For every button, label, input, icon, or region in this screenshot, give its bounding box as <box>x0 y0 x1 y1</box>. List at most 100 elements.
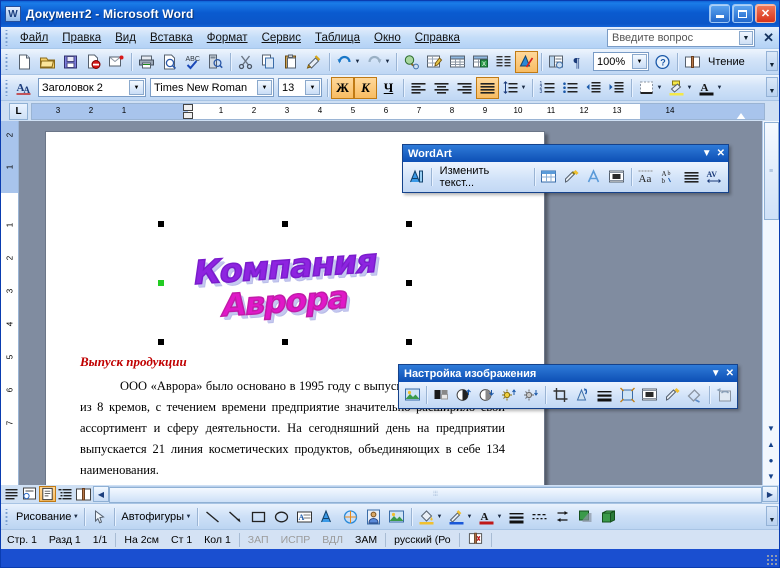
copy-icon[interactable] <box>257 51 280 73</box>
horizontal-scrollbar-track[interactable]: ⦙⦙⦙ <box>109 486 762 503</box>
wordart-character-spacing-icon[interactable]: AV <box>703 166 726 188</box>
status-overtype-mode[interactable]: ЗАМ <box>349 534 383 546</box>
chevron-down-icon[interactable]: ▼ <box>257 80 272 95</box>
undo-dropdown-icon[interactable]: ▼ <box>353 59 362 65</box>
menu-item-table[interactable]: Таблица <box>308 30 367 46</box>
print-layout-view-button[interactable] <box>39 486 56 502</box>
format-wordart-icon[interactable] <box>560 166 583 188</box>
menu-item-insert[interactable]: Вставка <box>143 30 200 46</box>
line-style-icon[interactable] <box>594 384 616 406</box>
print-preview-icon[interactable] <box>158 51 181 73</box>
open-folder-icon[interactable] <box>36 51 59 73</box>
insert-clip-art-icon[interactable] <box>362 506 385 528</box>
document-canvas[interactable]: Компания Аврора Выпуск продукции ООО «Ав… <box>19 121 779 485</box>
toolbar-overflow-button[interactable]: ▼ <box>766 51 778 71</box>
menu-item-help[interactable]: Справка <box>408 30 467 46</box>
dash-style-icon[interactable] <box>528 506 551 528</box>
align-center-icon[interactable] <box>430 77 453 99</box>
selection-handle-bottom-center[interactable] <box>282 339 288 345</box>
picture-toolbar-titlebar[interactable]: Настройка изображения ▼ ✕ <box>399 365 737 382</box>
reading-layout-view-button[interactable] <box>75 486 92 502</box>
less-contrast-icon[interactable] <box>475 384 497 406</box>
email-icon[interactable] <box>105 51 128 73</box>
edit-text-button[interactable]: Изменить текст... <box>435 164 531 190</box>
draw-menu-button[interactable]: Рисование <box>13 511 74 523</box>
print-icon[interactable] <box>135 51 158 73</box>
font-color-icon[interactable]: A <box>475 506 498 528</box>
insert-excel-spreadsheet-icon[interactable]: X <box>469 51 492 73</box>
font-color-dropdown-icon[interactable]: ▼ <box>715 85 724 91</box>
formatting-toolbar-grip[interactable] <box>3 79 10 96</box>
autoshapes-menu-button[interactable]: Автофигуры <box>118 511 187 523</box>
reset-picture-icon[interactable] <box>713 384 735 406</box>
spelling-status-icon[interactable] <box>462 531 489 548</box>
oval-icon[interactable] <box>270 506 293 528</box>
research-icon[interactable] <box>204 51 227 73</box>
less-brightness-icon[interactable] <box>520 384 542 406</box>
style-combo[interactable]: Заголовок 2 ▼ <box>38 78 146 97</box>
wordart-toolbar-close-button[interactable]: ✕ <box>717 148 725 159</box>
format-painter-icon[interactable] <box>303 51 326 73</box>
maximize-button[interactable] <box>732 4 753 23</box>
hanging-indent-marker[interactable] <box>183 111 193 119</box>
status-track-changes[interactable]: ИСПР <box>275 534 317 546</box>
normal-view-button[interactable] <box>3 486 20 502</box>
insert-wordart-icon[interactable] <box>405 166 428 188</box>
vertical-scrollbar[interactable]: ≡ ▼ ▲ ● ▼ <box>762 121 779 485</box>
close-document-button[interactable]: ✕ <box>763 30 774 46</box>
text-box-icon[interactable]: A <box>293 506 316 528</box>
styles-and-formatting-icon[interactable]: AA <box>13 77 36 99</box>
decrease-indent-icon[interactable] <box>582 77 605 99</box>
wordart-object[interactable]: Компания Аврора <box>158 221 412 345</box>
show-formatting-icon[interactable]: ¶ <box>568 51 591 73</box>
autoshapes-dropdown-icon[interactable]: ▼ <box>184 514 193 520</box>
drawing-toolbar-grip[interactable] <box>3 508 10 525</box>
menu-item-window[interactable]: Окно <box>367 30 408 46</box>
horizontal-scrollbar-thumb[interactable]: ⦙⦙⦙ <box>109 487 762 503</box>
selection-handle-middle-left[interactable] <box>158 280 164 286</box>
rotate-left-icon[interactable] <box>571 384 593 406</box>
arrow-icon[interactable] <box>224 506 247 528</box>
book-icon[interactable] <box>681 51 704 73</box>
more-contrast-icon[interactable] <box>453 384 475 406</box>
compress-pictures-icon[interactable] <box>616 384 638 406</box>
rectangle-icon[interactable] <box>247 506 270 528</box>
save-disk-icon[interactable] <box>59 51 82 73</box>
format-picture-icon[interactable] <box>661 384 683 406</box>
close-button[interactable]: ✕ <box>755 4 776 23</box>
new-document-icon[interactable] <box>13 51 36 73</box>
selection-handle-bottom-left[interactable] <box>158 339 164 345</box>
align-justify-icon[interactable] <box>476 76 499 99</box>
menu-item-file[interactable]: Файл <box>13 30 55 46</box>
selection-handle-top-right[interactable] <box>406 221 412 227</box>
borders-icon[interactable] <box>635 77 658 99</box>
status-extend-selection[interactable]: ВДЛ <box>316 534 349 546</box>
line-color-dropdown-icon[interactable]: ▼ <box>465 514 474 520</box>
scroll-left-button[interactable]: ◀ <box>93 486 109 502</box>
line-color-icon[interactable] <box>445 506 468 528</box>
bold-button[interactable]: Ж <box>331 76 354 99</box>
select-browse-object-button[interactable]: ● <box>764 453 779 468</box>
help-icon[interactable]: ? <box>651 51 674 73</box>
wordart-toolbar[interactable]: WordArt ▼ ✕ Изменить текст... Aa A b b A… <box>402 144 729 193</box>
text-wrapping-icon[interactable] <box>639 384 661 406</box>
wordart-alignment-icon[interactable] <box>681 166 704 188</box>
crop-icon[interactable] <box>549 384 571 406</box>
horizontal-scrollbar[interactable]: ◀ ⦙⦙⦙ ▶ <box>93 486 778 503</box>
numbering-icon[interactable]: 123 <box>536 77 559 99</box>
set-transparent-color-icon[interactable] <box>683 384 705 406</box>
web-layout-view-button[interactable] <box>21 486 38 502</box>
menu-item-tools[interactable]: Сервис <box>255 30 308 46</box>
chevron-down-icon[interactable]: ▼ <box>739 31 753 45</box>
font-color-icon[interactable]: A <box>695 77 718 99</box>
line-spacing-dropdown-icon[interactable]: ▼ <box>519 85 528 91</box>
menu-grip-handle[interactable] <box>3 29 10 46</box>
vertical-scrollbar-thumb[interactable]: ≡ <box>763 122 779 220</box>
right-indent-marker[interactable] <box>736 112 746 119</box>
scroll-right-button[interactable]: ▶ <box>762 486 778 502</box>
document-heading[interactable]: Выпуск продукции <box>80 354 187 370</box>
menu-item-edit[interactable]: Правка <box>55 30 108 46</box>
italic-button[interactable]: К <box>354 76 377 99</box>
insert-hyperlink-icon[interactable] <box>400 51 423 73</box>
arrow-style-icon[interactable] <box>551 506 574 528</box>
